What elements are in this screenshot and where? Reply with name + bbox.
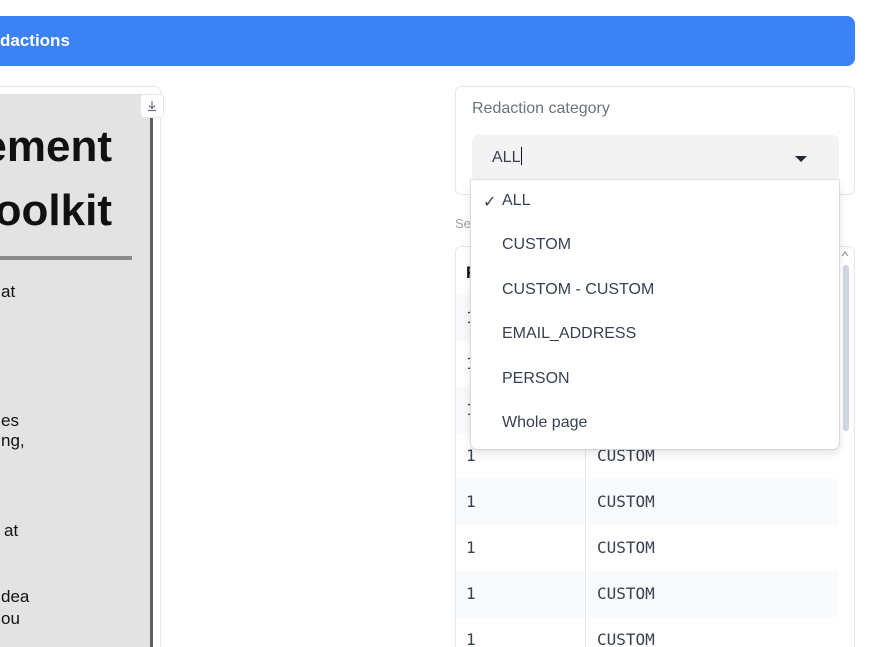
table-row[interactable]: 1 CUSTOM [456, 479, 838, 525]
dropdown-option-label: EMAIL_ADDRESS [502, 325, 637, 342]
checkmark-icon: ✓ [483, 194, 497, 211]
text-cursor [521, 147, 523, 165]
table-row[interactable]: 1 CUSTOM [456, 571, 838, 617]
table-cell-page: 1 [466, 630, 476, 647]
redaction-category-value: ALL [492, 149, 521, 166]
download-icon [148, 101, 156, 112]
dropdown-option-label: Whole page [502, 414, 588, 431]
chevron-down-icon[interactable] [795, 156, 807, 162]
dropdown-option-label: PERSON [502, 370, 570, 387]
redaction-category-input[interactable]: ALL [492, 147, 523, 167]
document-text-fragment: ou [1, 609, 20, 628]
table-cell-label: CUSTOM [597, 492, 655, 511]
document-preview-panel: ement Toolkit at es ng, at dea ou [0, 86, 161, 647]
redaction-category-block: Redaction category ALL [455, 86, 855, 195]
dropdown-option-label: CUSTOM [502, 236, 572, 253]
redactions-header-bar[interactable]: dactions [0, 16, 855, 66]
dropdown-option-whole-page[interactable]: Whole page [471, 402, 839, 446]
redaction-category-dropdown: ✓ ALL CUSTOM CUSTOM - CUSTOM EMAIL_ADDRE… [471, 180, 839, 449]
table-scrollbar-thumb[interactable] [843, 265, 849, 431]
table-cell-label: CUSTOM [597, 538, 655, 557]
dropdown-option-label: ALL [502, 192, 531, 209]
dropdown-option-custom[interactable]: CUSTOM [471, 224, 839, 268]
table-cell-page: 1 [466, 446, 476, 465]
table-cell-label: CUSTOM [597, 584, 655, 603]
dropdown-option-all[interactable]: ✓ ALL [471, 180, 839, 224]
document-text-fragment: at [4, 521, 19, 540]
redaction-category-select[interactable]: ALL [472, 135, 839, 181]
table-cell-page: 1 [466, 584, 476, 603]
table-row[interactable]: 1 CUSTOM [456, 617, 838, 647]
dropdown-option-custom-custom[interactable]: CUSTOM - CUSTOM [471, 269, 839, 313]
column-divider [585, 525, 586, 571]
document-heading-line-1: ement [0, 122, 112, 171]
document-text-fragment: es [1, 411, 19, 430]
column-divider [585, 617, 586, 647]
download-button[interactable] [140, 94, 164, 118]
document-text-fragment: ng, [1, 431, 25, 450]
document-divider [0, 256, 132, 260]
table-cell-label: CUSTOM [597, 630, 655, 647]
dropdown-option-label: CUSTOM - CUSTOM [502, 281, 655, 298]
table-cell-page: 1 [466, 538, 476, 557]
redactions-header-title: dactions [0, 31, 70, 50]
redaction-category-label: Redaction category [472, 100, 610, 117]
table-cell-page: 1 [466, 492, 476, 511]
table-row[interactable]: 1 CUSTOM [456, 525, 838, 571]
document-page-image: ement Toolkit at es ng, at dea ou [0, 94, 153, 647]
table-section-label: Se [455, 216, 471, 231]
dropdown-option-email-address[interactable]: EMAIL_ADDRESS [471, 313, 839, 357]
document-text-fragment: dea [1, 587, 30, 606]
dropdown-option-person[interactable]: PERSON [471, 358, 839, 402]
document-heading-line-2: Toolkit [0, 186, 112, 235]
scroll-up-icon[interactable] [840, 249, 850, 259]
column-divider [585, 479, 586, 525]
column-divider [585, 571, 586, 617]
document-text-fragment: at [1, 282, 16, 301]
